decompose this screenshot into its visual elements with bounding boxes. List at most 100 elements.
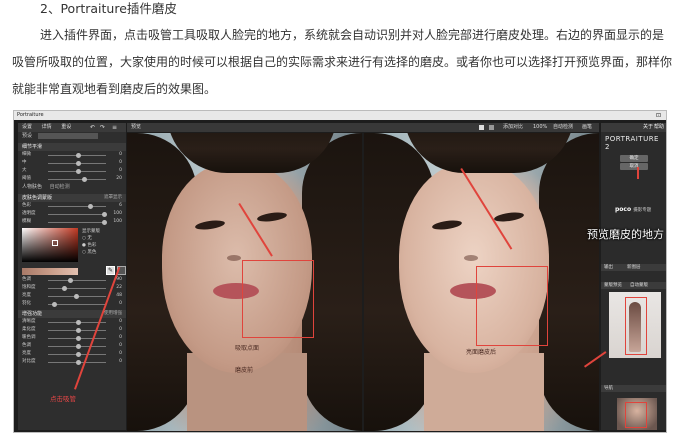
- slider-row[interactable]: 中0: [18, 159, 126, 167]
- slider-knob[interactable]: [76, 359, 81, 365]
- slider-knob[interactable]: [76, 152, 81, 158]
- slider-track[interactable]: [48, 213, 106, 215]
- skin-select[interactable]: 自动检测: [50, 184, 70, 190]
- slider-row[interactable]: 清晰度 0: [18, 318, 126, 326]
- auto-detect-toggle[interactable]: 自动检测: [553, 123, 573, 132]
- mask-options: 显示蒙版 ○ 无 ● 色彩 ○ 黑色: [82, 228, 100, 256]
- skin-color-swatch[interactable]: [22, 268, 78, 275]
- slider-row[interactable]: 柔化度 0: [18, 326, 126, 334]
- slider-knob[interactable]: [102, 211, 107, 217]
- before-preview-image[interactable]: 吸取点面 磨皮前: [127, 133, 362, 431]
- mask-preview-section[interactable]: 蒙版预览 自动蒙版: [601, 282, 666, 289]
- slider-row[interactable]: 模糊 100: [18, 218, 126, 226]
- slider-row[interactable]: 细微 0: [18, 151, 126, 159]
- slider-knob[interactable]: [76, 343, 81, 349]
- navigator-view-box[interactable]: [625, 402, 647, 428]
- window-title: Portraiture: [17, 112, 44, 118]
- slider-label: 大: [22, 168, 27, 173]
- tab-reset[interactable]: 重设: [61, 124, 71, 130]
- radio-black[interactable]: ○ 黑色: [82, 249, 100, 256]
- slider-track[interactable]: [48, 287, 106, 289]
- slider-track[interactable]: [48, 279, 106, 281]
- nose: [464, 255, 478, 261]
- slider-label: 柔化度: [22, 327, 36, 332]
- slider-knob[interactable]: [82, 176, 87, 182]
- ok-button[interactable]: 确定: [620, 155, 648, 162]
- slider-row[interactable]: 色调 0: [18, 342, 126, 350]
- slider-knob[interactable]: [62, 285, 67, 291]
- navigator-thumbnail[interactable]: [617, 398, 657, 430]
- slider-knob[interactable]: [88, 203, 93, 209]
- enhance-checkbox[interactable]: 使用增强: [104, 310, 122, 318]
- slider-knob[interactable]: [76, 160, 81, 166]
- output-section[interactable]: 输出 新图层: [601, 264, 666, 271]
- slider-row[interactable]: 透明度 100: [18, 210, 126, 218]
- slider-row[interactable]: 羽化 0: [18, 300, 126, 308]
- cancel-button[interactable]: 取消: [620, 163, 648, 170]
- slider-knob[interactable]: [76, 168, 81, 174]
- add-compare-button[interactable]: 添加对比: [503, 123, 523, 132]
- about-link[interactable]: 关于: [643, 123, 653, 132]
- slider-knob[interactable]: [76, 351, 81, 357]
- right-panel: 关于 帮助 PORTRAITURE 2 确定 取消 poco 摄影专题 输出 新图…: [601, 123, 666, 430]
- radio-none[interactable]: ○ 无: [82, 235, 100, 242]
- window-titlebar: Portraiture ⊡: [14, 111, 666, 120]
- slider-knob[interactable]: [76, 335, 81, 341]
- slider-label: 羽化: [22, 301, 31, 306]
- tab-settings[interactable]: 设置: [22, 124, 32, 130]
- split-view-icon[interactable]: [489, 125, 494, 130]
- right-panel-top: 关于 帮助: [601, 123, 666, 132]
- slider-knob[interactable]: [68, 277, 73, 283]
- section-enhancements[interactable]: 增强功能 使用增强: [18, 310, 126, 318]
- section-skin-mask[interactable]: 皮肤色调蒙版 遮罩显示: [18, 194, 126, 202]
- slider-knob[interactable]: [76, 327, 81, 333]
- mask-display-select[interactable]: 遮罩显示: [104, 194, 122, 202]
- slider-knob[interactable]: [76, 319, 81, 325]
- preset-row: 预设: [18, 132, 126, 141]
- menu-icon[interactable]: ≡: [112, 123, 117, 132]
- single-view-icon[interactable]: [479, 125, 484, 130]
- slider-knob[interactable]: [52, 301, 57, 307]
- zoom-select[interactable]: 100%: [533, 123, 547, 132]
- slider-row[interactable]: 暖色调 0: [18, 334, 126, 342]
- slider-row[interactable]: 亮度 0: [18, 350, 126, 358]
- preset-select[interactable]: [37, 132, 98, 139]
- slider-label: 色调: [22, 343, 31, 348]
- slider-knob[interactable]: [74, 293, 79, 299]
- after-preview-image[interactable]: 亮面磨皮后: [364, 133, 599, 431]
- nose: [227, 255, 241, 261]
- color-picker-marker[interactable]: [52, 240, 58, 246]
- slider-track[interactable]: [48, 205, 106, 207]
- brush-toggle[interactable]: 画笔: [582, 123, 592, 132]
- skin-tone-row: 人物肤色 自动检测: [18, 183, 126, 192]
- section-heading: 2、Portraiture插件磨皮: [40, 1, 177, 16]
- slider-value: 0: [119, 335, 122, 340]
- slider-row[interactable]: 阈值 20: [18, 175, 126, 183]
- eyedropper-icon[interactable]: ✎: [106, 266, 115, 275]
- skin-swatch-row: ✎: [18, 266, 126, 276]
- mask-options-title: 显示蒙版: [82, 229, 100, 234]
- color-gradient-picker[interactable]: [22, 228, 78, 262]
- slider-row[interactable]: 大0: [18, 167, 126, 175]
- slider-knob[interactable]: [102, 219, 107, 225]
- window-control-icon[interactable]: ⊡: [656, 111, 661, 120]
- slider-value: 0: [119, 343, 122, 348]
- slider-track[interactable]: [48, 221, 106, 223]
- section-detail-smoothing[interactable]: 细节平滑: [18, 143, 126, 151]
- undo-icon[interactable]: ↶: [90, 123, 95, 132]
- annotation-arrow: [637, 167, 639, 179]
- slider-row[interactable]: 对比度 0: [18, 358, 126, 366]
- radio-color[interactable]: ● 色彩: [82, 242, 100, 249]
- redo-icon[interactable]: ↷: [100, 123, 105, 132]
- slider-row[interactable]: 色调 90: [18, 276, 126, 284]
- slider-label: 饱和度: [22, 285, 36, 290]
- smoothed-region-box: [476, 266, 548, 346]
- slider-row[interactable]: 色彩 6: [18, 202, 126, 210]
- help-link[interactable]: 帮助: [654, 123, 664, 132]
- tab-details[interactable]: 详情: [42, 124, 52, 130]
- slider-value: 0: [119, 160, 122, 165]
- navigator-section[interactable]: 导航: [601, 385, 666, 392]
- slider-track[interactable]: [48, 178, 106, 180]
- sample-region-box: [242, 260, 314, 338]
- slider-label: 阈值: [22, 176, 31, 181]
